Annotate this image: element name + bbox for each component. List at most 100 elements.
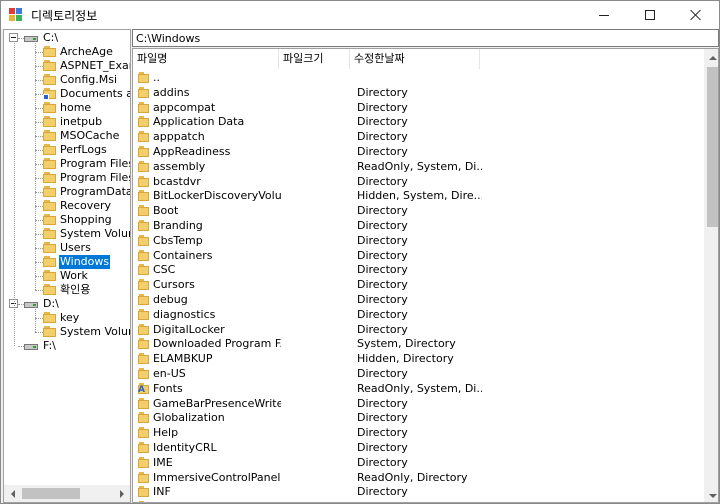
folder-icon — [43, 228, 57, 240]
folder-icon — [43, 242, 57, 254]
list-item[interactable]: Downloaded Program F... System, Directory — [133, 337, 704, 352]
file-name: IdentityCRL — [153, 441, 217, 454]
tree-item[interactable]: Documents an — [4, 87, 130, 101]
folder-icon — [43, 130, 57, 142]
path-input[interactable] — [132, 29, 719, 47]
tree-label: Shopping — [60, 213, 112, 226]
list-item[interactable]: appcompat Directory — [133, 101, 704, 116]
tree-label: System Volum — [60, 325, 130, 338]
file-list[interactable]: 파일명 파일크기 수정한날짜 .. addins Directory appcompa… — [132, 48, 719, 503]
maximize-button[interactable] — [627, 1, 673, 29]
file-attributes: Directory — [357, 85, 408, 99]
tree-label: PerfLogs — [60, 143, 107, 156]
tree-item[interactable]: MSOCache — [4, 129, 130, 143]
scroll-thumb[interactable] — [22, 488, 80, 499]
list-item[interactable]: IdentityCRL Directory — [133, 441, 704, 456]
tree-drive-0[interactable]: C:\ — [4, 31, 130, 45]
tree-item[interactable]: key — [4, 311, 130, 325]
file-attributes: Directory — [357, 115, 408, 129]
tree-connector — [35, 248, 43, 249]
list-item[interactable]: Containers Directory — [133, 249, 704, 264]
tree-item[interactable]: ASPNET_Exar — [4, 59, 130, 73]
list-item[interactable]: Cursors Directory — [133, 278, 704, 293]
list-item[interactable]: Help Directory — [133, 426, 704, 441]
tree-drive-2[interactable]: F:\ — [4, 339, 130, 353]
tree-item[interactable]: Recovery — [4, 199, 130, 213]
tree-item[interactable]: Shopping — [4, 213, 130, 227]
tree-item[interactable]: System Volum — [4, 325, 130, 339]
tree-item[interactable]: ProgramData — [4, 185, 130, 199]
close-button[interactable] — [673, 1, 719, 29]
list-vertical-scrollbar[interactable] — [704, 49, 718, 502]
list-item[interactable]: IME Directory — [133, 456, 704, 471]
scroll-left-button[interactable] — [4, 485, 21, 502]
list-item[interactable]: Application Data Directory — [133, 115, 704, 130]
column-header-size[interactable]: 파일크기 — [279, 49, 350, 69]
list-item[interactable]: Branding Directory — [133, 219, 704, 234]
list-item[interactable]: INF Directory — [133, 485, 704, 500]
list-item[interactable]: BitLockerDiscoveryVolu... Hidden, System,… — [133, 189, 704, 204]
column-header-date[interactable]: 수정한날짜 — [350, 49, 480, 69]
list-item[interactable]: assembly ReadOnly, System, Di... — [133, 160, 704, 175]
tree-horizontal-scrollbar[interactable] — [4, 485, 130, 502]
minimize-button[interactable] — [581, 1, 627, 29]
close-icon — [690, 9, 702, 21]
list-item[interactable]: ImmersiveControlPanel ReadOnly, Directory — [133, 471, 704, 486]
font-folder-icon: A — [138, 382, 150, 395]
list-item[interactable]: .. — [133, 71, 704, 86]
list-item[interactable]: AppReadiness Directory — [133, 145, 704, 160]
list-item[interactable]: apppatch Directory — [133, 130, 704, 145]
folder-icon — [43, 144, 57, 156]
file-attributes: Hidden, System, Dire... — [357, 189, 482, 203]
folder-icon — [138, 412, 150, 424]
tree-item[interactable]: ArcheAge — [4, 45, 130, 59]
folder-icon — [138, 427, 150, 439]
tree-drive-1[interactable]: D:\ — [4, 297, 130, 311]
tree-item-selected[interactable]: Windows — [4, 254, 130, 270]
tree-connector — [14, 41, 15, 346]
column-header-name[interactable]: 파일명 — [133, 49, 279, 69]
tree-item[interactable]: Program Files — [4, 171, 130, 185]
list-item[interactable]: InfusedApps Directory — [133, 500, 704, 502]
list-item[interactable]: en-US Directory — [133, 367, 704, 382]
scroll-right-button[interactable] — [113, 485, 130, 502]
list-rows: .. addins Directory appcompat Directory Appli… — [133, 71, 704, 502]
list-item[interactable]: ELAMBKUP Hidden, Directory — [133, 352, 704, 367]
directory-tree[interactable]: C:\ ArcheAge ASPNET_Exar Config.Msi Document… — [3, 29, 131, 503]
file-attributes: Directory — [357, 455, 408, 469]
tree-connector — [35, 94, 43, 95]
tree-item[interactable]: System Volum — [4, 227, 130, 241]
folder-icon — [138, 190, 150, 202]
tree-item[interactable]: Config.Msi — [4, 73, 130, 87]
list-item[interactable]: Boot Directory — [133, 204, 704, 219]
scroll-down-button[interactable] — [704, 487, 718, 502]
title-bar[interactable]: 디렉토리정보 — [1, 1, 719, 29]
tree-item[interactable]: PerfLogs — [4, 143, 130, 157]
tree-connector — [35, 178, 43, 179]
file-attributes: System, Directory — [357, 337, 456, 351]
list-item[interactable]: DigitalLocker Directory — [133, 323, 704, 338]
list-item[interactable]: CSC Directory — [133, 263, 704, 278]
tree-item[interactable]: 확인용 — [4, 283, 130, 297]
list-item[interactable]: addins Directory — [133, 86, 704, 101]
list-item[interactable]: diagnostics Directory — [133, 308, 704, 323]
tree-item[interactable]: Work — [4, 269, 130, 283]
list-item[interactable]: A Fonts ReadOnly, System, Di... — [133, 382, 704, 397]
list-item[interactable]: GameBarPresenceWriter Directory — [133, 397, 704, 412]
list-item[interactable]: CbsTemp Directory — [133, 234, 704, 249]
tree-connector — [35, 262, 43, 263]
list-item[interactable]: Globalization Directory — [133, 411, 704, 426]
tree-item[interactable]: inetpub — [4, 115, 130, 129]
scroll-up-button[interactable] — [704, 49, 718, 66]
tree-label: home — [60, 101, 92, 114]
tree-connector — [35, 122, 43, 123]
tree-item[interactable]: Users — [4, 241, 130, 255]
tree-item[interactable]: home — [4, 101, 130, 115]
file-name: Application Data — [153, 115, 245, 129]
scroll-thumb[interactable] — [707, 67, 718, 227]
list-item[interactable]: debug Directory — [133, 293, 704, 308]
list-item[interactable]: bcastdvr Directory — [133, 175, 704, 190]
tree-item[interactable]: Program Files — [4, 157, 130, 171]
folder-icon — [138, 471, 150, 484]
tree-connector — [35, 332, 43, 333]
